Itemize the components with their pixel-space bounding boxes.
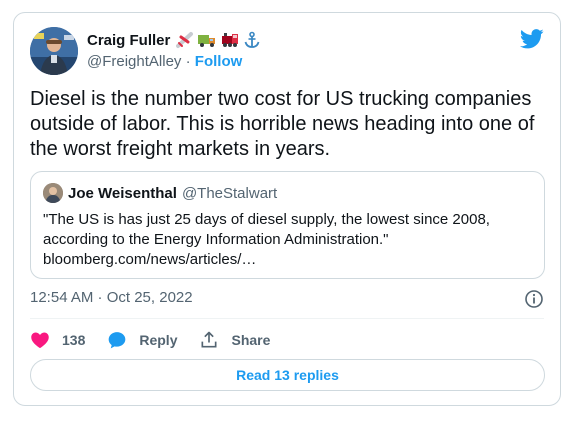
quoted-tweet-header: Joe Weisenthal @TheStalwart [43,183,277,203]
timestamp-row: 12:54 AM · Oct 25, 2022 [30,289,544,309]
share-label: Share [231,332,271,348]
truck-icon [198,35,216,47]
actions-divider [30,318,544,319]
author-handle-row: @FreightAlley · Follow [87,51,261,71]
quoted-author-name: Joe Weisenthal [68,184,177,202]
quoted-author-avatar-image [43,183,63,203]
airplane-icon [176,32,194,48]
like-count: 138 [62,332,86,348]
reply-label: Reply [139,332,178,348]
like-button[interactable]: 138 [30,330,85,350]
anchor-icon [244,31,260,48]
author-name-row: Craig Fuller [87,29,261,51]
share-icon [201,331,217,348]
quoted-author-handle: @TheStalwart [181,184,278,202]
quoted-author-avatar [43,183,63,203]
author-handle[interactable]: @FreightAlley [87,53,181,70]
author-name[interactable]: Craig Fuller [87,32,170,49]
tweet-header: Craig Fuller @FreightAlley · Follow [30,27,544,75]
author-avatar[interactable] [30,27,78,75]
quoted-tweet-body: "The US is has just 25 days of diesel su… [43,211,490,248]
reply-button[interactable]: Reply [107,330,177,350]
share-button[interactable]: Share [199,330,270,350]
tweet-card: Craig Fuller @FreightAlley · Follow Dies… [13,12,561,406]
quoted-tweet-text: "The US is has just 25 days of diesel su… [43,210,533,270]
follow-button[interactable]: Follow [195,53,243,70]
tweet-actions: 138 Reply Share [30,329,292,351]
read-replies-button[interactable]: Read 13 replies [30,359,545,391]
quoted-tweet[interactable]: Joe Weisenthal @TheStalwart "The US is h… [30,171,545,279]
heart-icon [31,332,49,348]
reply-bubble-icon [109,332,126,349]
train-icon [222,33,239,47]
author-info: Craig Fuller @FreightAlley · Follow [87,29,261,71]
handle-separator: · [181,52,195,70]
twitter-bird-icon[interactable] [520,29,544,49]
tweet-text: Diesel is the number two cost for US tru… [30,88,535,160]
info-icon[interactable] [524,289,544,309]
tweet-timestamp[interactable]: 12:54 AM · Oct 25, 2022 [30,289,193,306]
author-emoji-row [176,31,261,49]
quoted-tweet-link[interactable]: bloomberg.com/news/articles/… [43,250,533,270]
author-avatar-image [30,27,78,75]
